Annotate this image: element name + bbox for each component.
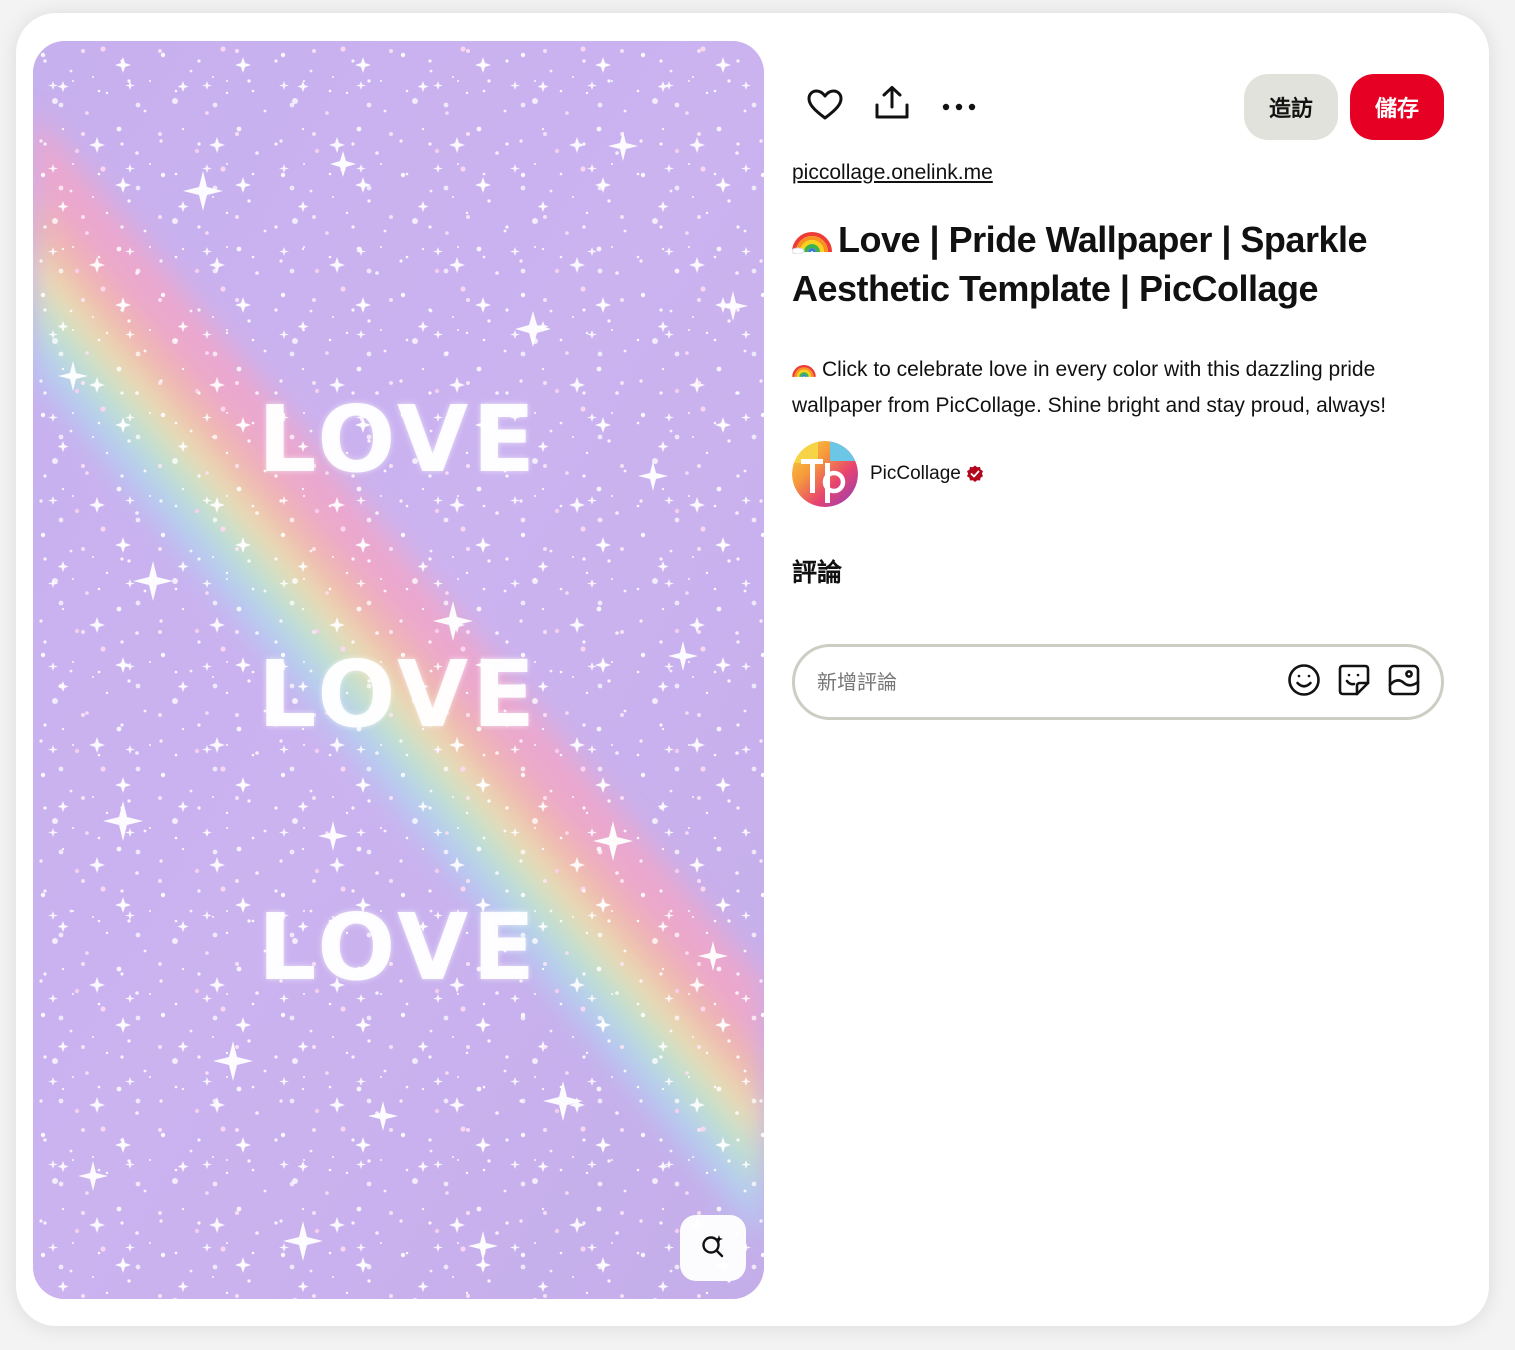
emoji-button[interactable] (1283, 661, 1325, 703)
ellipsis-icon (942, 98, 976, 116)
love-overlay-text-1: LOVE (257, 386, 540, 493)
comments-heading: 評論 (792, 558, 843, 587)
visual-search-button[interactable] (680, 1215, 746, 1281)
image-upload-button[interactable] (1383, 661, 1425, 703)
emoji-icon (1287, 663, 1321, 702)
pin-title-block: Love | Pride Wallpaper | Sparkle Aesthet… (791, 216, 1432, 312)
creator-profile[interactable]: PicCollage (792, 440, 984, 508)
save-button[interactable]: 儲存 (1350, 74, 1444, 140)
sticker-icon (1337, 663, 1371, 702)
rainbow-icon (791, 218, 832, 265)
sticker-button[interactable] (1333, 661, 1375, 703)
visit-button[interactable]: 造訪 (1244, 74, 1338, 140)
creator-name[interactable]: PicCollage (870, 463, 961, 485)
comment-composer (792, 644, 1444, 720)
rainbow-icon (792, 355, 816, 389)
pin-description: Click to celebrate love in every color w… (792, 358, 1387, 417)
heart-icon (807, 89, 843, 126)
avatar[interactable] (792, 441, 858, 507)
love-overlay-text-2: LOVE (257, 641, 540, 748)
source-link[interactable]: piccollage.onelink.me (792, 161, 993, 185)
image-icon (1387, 663, 1421, 702)
share-upload-icon (874, 85, 910, 126)
share-button[interactable] (868, 81, 916, 129)
verified-badge-icon (966, 465, 984, 483)
comment-input[interactable] (817, 670, 1275, 694)
visual-search-icon (700, 1233, 726, 1264)
pin-title: Love | Pride Wallpaper | Sparkle Aesthet… (792, 219, 1368, 309)
love-overlay-text-3: LOVE (257, 894, 540, 1001)
more-options-button[interactable] (935, 83, 983, 131)
pin-description-block: Click to celebrate love in every color w… (792, 353, 1452, 423)
pin-image[interactable]: LOVE LOVE LOVE (33, 41, 764, 1299)
like-button[interactable] (801, 83, 849, 131)
pin-detail-card: LOVE LOVE LOVE 造訪 儲存 piccollage.onelink.… (16, 13, 1489, 1326)
